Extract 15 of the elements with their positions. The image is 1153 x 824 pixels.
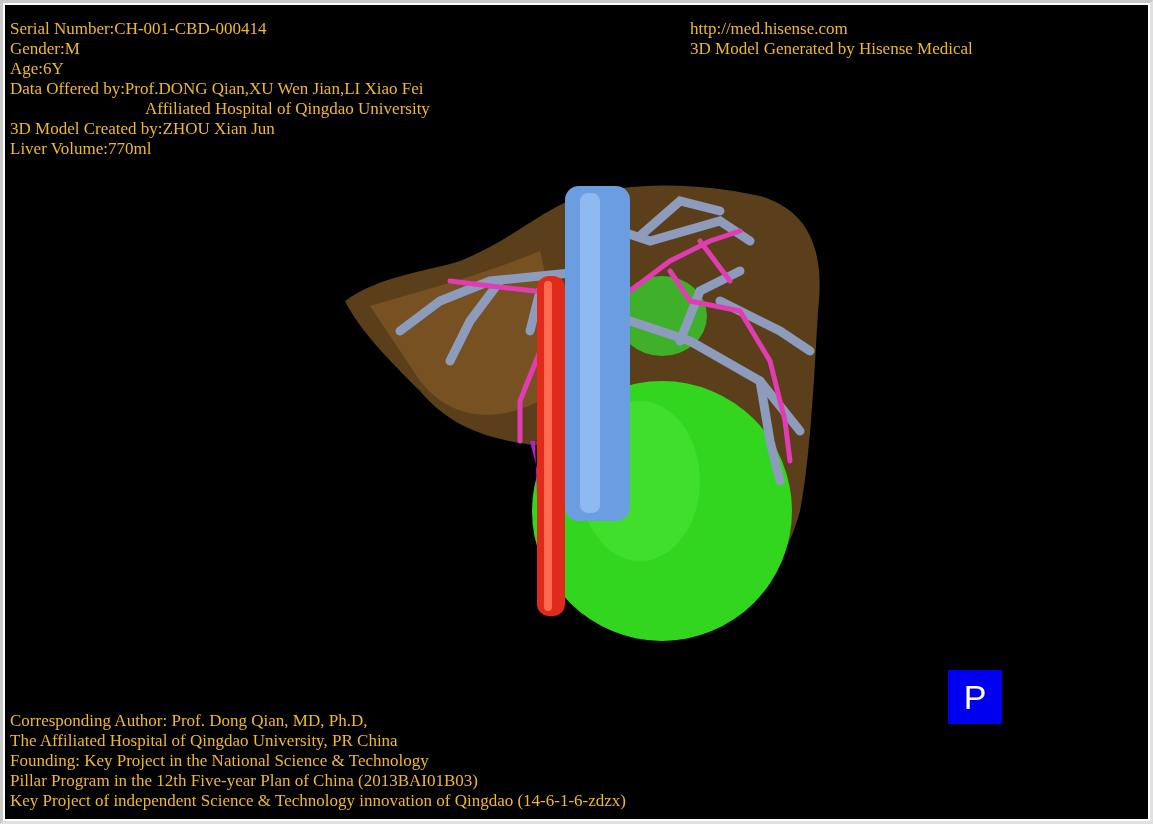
info-line: Liver Volume:770ml [10,139,152,159]
credit-line: Pillar Program in the 12th Five-year Plan of China (2013BAI01B03) [10,771,478,791]
view-button[interactable]: P [948,670,1002,724]
info-line: Age:6Y [10,59,64,79]
credit-line: Founding: Key Project in the National Science & Technology [10,751,429,771]
info-line: Affiliated Hospital of Qingdao University [145,99,430,119]
info-line: http://med.hisense.com [690,19,848,39]
credit-line: Corresponding Author: Prof. Dong Qian, MD, Ph.D, [10,711,368,731]
credit-line: The Affiliated Hospital of Qingdao University, PR China [10,731,398,751]
info-line: 3D Model Generated by Hisense Medical [690,39,973,59]
info-line: 3D Model Created by:ZHOU Xian Jun [10,119,275,139]
info-line: Gender:M [10,39,80,59]
info-line: Serial Number:CH-001-CBD-000414 [10,19,267,39]
info-line: Data Offered by:Prof.DONG Qian,XU Wen Jian,LI Xiao Fei [10,79,424,99]
credit-line: Key Project of independent Science & Technology innovation of Qingdao (14-6-1-6-zdzx) [10,791,626,811]
